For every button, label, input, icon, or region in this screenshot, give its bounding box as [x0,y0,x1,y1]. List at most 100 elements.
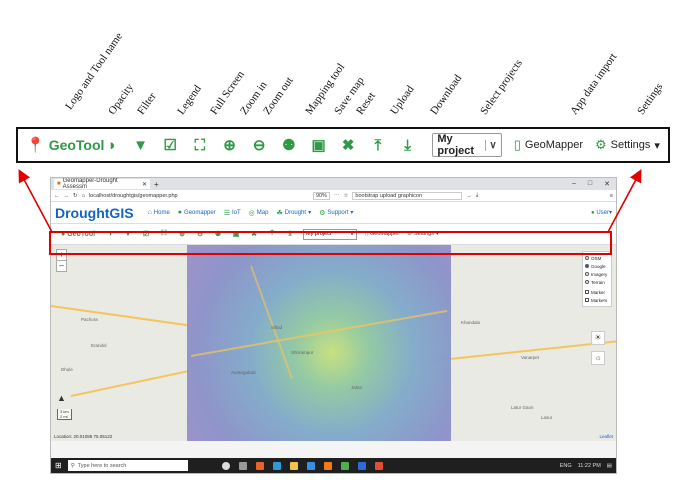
marker-label: Marker [591,289,606,295]
nav-map[interactable]: ◎ Map [249,209,269,217]
maximize-icon[interactable]: □ [588,180,592,188]
taskbar-search-placeholder: Type here to search [77,462,127,469]
road [70,370,189,397]
checkbox-icon [585,290,589,294]
download-icon[interactable]: ⤓ [393,137,423,154]
user-menu[interactable]: ● User▾ [591,209,612,216]
logo[interactable]: 📍 GeoTool [26,136,104,154]
tab-title: Geomapper-Drought Assessm [62,178,118,190]
enlarged-toolbar: 📍 GeoTool ◑ ▼ ☑ ⛶ ⊕ ⊖ ⚉ ▣ ✖ ⤒ ⤓ My proje… [16,127,670,163]
legend-icon[interactable]: ☑ [155,136,185,154]
upload-icon[interactable]: ⤒ [363,137,393,154]
zoom-out-icon[interactable]: ⊖ [244,136,274,154]
hamburger-icon[interactable]: ≡ [610,193,613,199]
notification-icon[interactable]: ▤ [607,463,612,469]
fullscreen-icon[interactable]: ⛶ [185,137,215,154]
folder-icon[interactable] [289,461,298,470]
city-label: Jalna [351,385,362,390]
bookmark-star-icon[interactable]: ☆ [343,193,348,199]
nav-map-label: Map [256,209,269,216]
url-field[interactable]: localhost/droughtgis/geomapper.php [89,193,309,199]
nav-geomapper[interactable]: ● Geomapper [178,209,216,216]
browser-search[interactable]: bootstrap upload graphicon [352,191,463,200]
city-label: Shrirampur [291,350,314,355]
globe-nav-icon: ◎ [248,209,255,217]
nav-support[interactable]: ⚙ Support ▾ [319,209,353,217]
menu-dots-icon[interactable]: ⋯ [334,193,340,199]
layer-terrain[interactable]: Terrain [585,278,609,286]
settings-menu[interactable]: ⚙ Settings ▾ [595,137,660,153]
mapping-tool-icon[interactable]: ⚉ [274,136,304,154]
user-icon: ● [591,210,595,216]
forward-icon[interactable]: → [64,193,70,199]
minimize-icon[interactable]: – [572,180,576,188]
markers-checkbox[interactable]: Markers [585,296,609,304]
reload-icon[interactable]: ↻ [73,193,78,199]
drought-raster-layer [187,245,451,441]
layer-imagery-label: Imagery [591,271,608,277]
nav-iot[interactable]: ☰ IoT [224,209,241,217]
app-icon[interactable] [340,461,349,470]
map-zoom-out-button[interactable]: – [57,261,66,271]
tray-time[interactable]: 11:22 PM [578,463,601,469]
zoom-level[interactable]: 90% [312,191,330,200]
radio-icon [585,272,589,276]
app-icon[interactable] [323,461,332,470]
close-window-icon[interactable]: ✕ [604,180,610,188]
geomapper-link[interactable]: ▯ GeoMapper [514,137,583,153]
marker-checkbox[interactable]: Marker [585,288,609,296]
filter-icon[interactable]: ▼ [126,137,156,154]
layer-terrain-label: Terrain [591,279,605,285]
map-sun-outline-button[interactable]: ☼ [591,351,605,365]
app-icon[interactable] [272,461,281,470]
home-icon[interactable]: ⌂ [82,193,85,199]
city-label: Vanarpet [521,355,539,360]
city-label: Erandol [91,343,107,348]
firefox-icon[interactable] [255,461,264,470]
browser-tab[interactable]: ■ Geomapper-Drought Assessm ✕ [54,178,150,190]
word-icon[interactable] [357,461,366,470]
layer-osm[interactable]: OSM [585,254,609,262]
reset-icon[interactable]: ✖ [333,136,363,154]
taskbar-search[interactable]: ⚲ Type here to search [67,460,188,471]
download-browser-icon[interactable]: ⤓ [476,192,478,199]
map-sun-button[interactable]: ☀ [591,331,605,345]
map-view[interactable]: Pachora Erandol Dhule Sillod Aurangabad … [51,245,616,441]
nav-home[interactable]: ⌂ Home [148,209,170,216]
radio-icon [585,280,589,284]
browser-tabbar: ■ Geomapper-Drought Assessm ✕ + – □ ✕ [51,178,616,190]
opacity-icon[interactable]: ◑ [96,137,126,154]
city-label: Sillod [271,325,283,330]
annotation-label: Download [428,72,465,117]
task-view-icon[interactable] [238,461,247,470]
nav-drought[interactable]: ☘ Drought ▾ [276,209,311,217]
location-readout: Location: 20.01085 75.05122 [54,434,113,439]
markers-label: Markers [591,297,608,303]
zoom-in-icon[interactable]: ⊕ [215,136,245,154]
layer-imagery[interactable]: Imagery [585,270,609,278]
windows-start-icon[interactable]: ⊞ [55,461,62,470]
attribution-link[interactable]: Leaflet [599,434,613,439]
layer-google[interactable]: Google [585,262,609,270]
go-arrow-icon[interactable]: → [466,193,472,199]
search-icon: ⚲ [70,462,75,469]
new-tab-icon[interactable]: + [154,180,159,189]
project-select[interactable]: My project ∨ [432,133,502,157]
close-tab-icon[interactable]: ✕ [142,181,147,188]
browser-urlbar: ← → ↻ ⌂ localhost/droughtgis/geomapper.p… [51,190,616,202]
annotation-label: Opacity [106,81,136,117]
tray-lang[interactable]: ENG [560,463,572,469]
favicon-icon: ■ [57,181,61,187]
browser-screenshot: ■ Geomapper-Drought Assessm ✕ + – □ ✕ ← … [50,177,617,474]
save-map-icon[interactable]: ▣ [304,136,334,154]
back-icon[interactable]: ← [54,193,60,199]
powerpoint-icon[interactable] [374,461,383,470]
annotation-label: Settings [635,81,666,117]
app-icon[interactable] [306,461,315,470]
brand-logo[interactable]: DroughtGIS [55,205,134,221]
cortana-icon[interactable] [221,461,230,470]
system-tray: ENG 11:22 PM ▤ [560,463,616,469]
nav-iot-label: IoT [232,209,241,216]
annotation-label: Upload [388,83,417,117]
leaf-nav-icon: ☘ [276,209,283,217]
